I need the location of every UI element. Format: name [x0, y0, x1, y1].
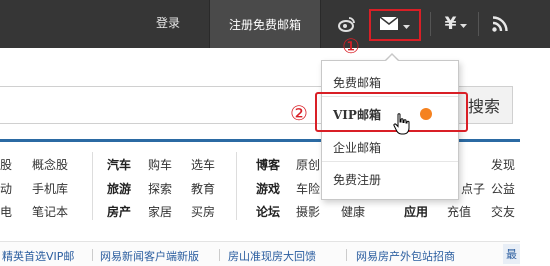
nav-link[interactable]: 手机库 [32, 180, 68, 197]
nav-link[interactable]: 笔记本 [32, 203, 68, 220]
search-button-label: 搜索 [467, 97, 500, 116]
nav-link[interactable]: 选车 [191, 156, 215, 173]
menu-item-free-mail[interactable]: 免费邮箱 [333, 74, 381, 91]
nav-link[interactable]: 发现 [491, 156, 515, 173]
nav-link[interactable]: 原创 [296, 156, 320, 173]
promo-link[interactable]: 精英首选VIP邮 [2, 248, 74, 264]
dropdown-caret-inner [386, 55, 398, 61]
nav-link[interactable]: 教育 [191, 180, 215, 197]
nav-link[interactable]: 旅游 [107, 180, 131, 197]
nav-link[interactable]: 购车 [148, 156, 172, 173]
nav-link[interactable]: 电 [0, 203, 12, 220]
divider [346, 249, 347, 261]
divider [92, 152, 93, 220]
nav-link[interactable]: 点子 [461, 180, 485, 197]
nav-link[interactable]: 动 [0, 180, 12, 197]
divider [92, 249, 93, 261]
nav-link[interactable]: 博客 [256, 156, 280, 173]
nav-link[interactable]: 概念股 [32, 156, 68, 173]
nav-link[interactable]: 充值 [447, 203, 471, 220]
nav-link[interactable]: 房产 [107, 203, 131, 220]
step-marker-1: ① [342, 34, 360, 58]
nav-link[interactable]: 买房 [191, 203, 215, 220]
divider [478, 12, 479, 36]
divider [322, 161, 458, 162]
nav-link[interactable]: 股 [0, 156, 12, 173]
chevron-down-icon [403, 18, 410, 32]
vip-mail-highlight-box [315, 92, 468, 132]
mail-menu-button[interactable] [369, 9, 421, 41]
nav-link[interactable]: 车险 [296, 180, 320, 197]
promo-link[interactable]: 网易房产外包站招商 [356, 248, 455, 264]
more-link[interactable]: 最 [503, 244, 520, 264]
nav-link[interactable]: 摄影 [296, 203, 320, 220]
step-marker-2: ② [290, 101, 308, 125]
nav-link[interactable]: 交友 [491, 203, 515, 220]
yen-icon: ¥ [444, 14, 457, 34]
login-link[interactable]: 登录 [156, 14, 180, 31]
nav-link[interactable]: 家居 [148, 203, 172, 220]
nav-link[interactable]: 健康 [341, 203, 365, 220]
register-free-mailbox-button[interactable]: 注册免费邮箱 [210, 0, 320, 48]
divider [219, 249, 220, 261]
chevron-down-icon [460, 17, 468, 31]
nav-link[interactable]: 探索 [148, 180, 172, 197]
nav-link[interactable]: 汽车 [107, 156, 131, 173]
divider [430, 12, 431, 36]
hand-cursor-icon [393, 113, 411, 138]
nav-link[interactable]: 公益 [491, 180, 515, 197]
menu-item-free-register[interactable]: 免费注册 [333, 171, 381, 188]
mail-icon [379, 16, 399, 33]
page-gutter [520, 48, 550, 265]
nav-link[interactable]: 论坛 [256, 203, 280, 220]
promo-link[interactable]: 网易新闻客户端新版 [100, 248, 199, 264]
currency-menu-button[interactable]: ¥ [440, 0, 472, 48]
promo-link[interactable]: 房山准现房大回馈 [228, 248, 316, 264]
nav-link[interactable]: 游戏 [256, 180, 280, 197]
menu-item-enterprise-mail[interactable]: 企业邮箱 [333, 139, 381, 156]
nav-link[interactable]: 应用 [404, 203, 428, 220]
divider [236, 152, 237, 220]
rss-icon[interactable] [484, 0, 516, 48]
